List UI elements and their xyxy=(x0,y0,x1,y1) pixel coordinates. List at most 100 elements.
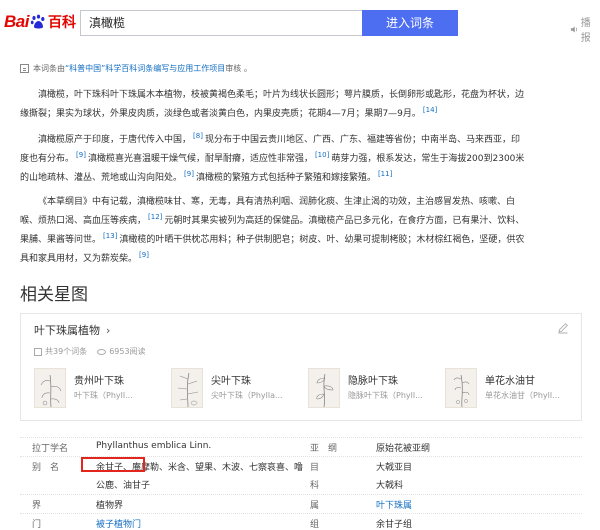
document-icon xyxy=(20,64,29,73)
info-key: 科 xyxy=(310,481,320,491)
info-key: 组 xyxy=(310,520,320,530)
plant-name: 隐脉叶下珠 xyxy=(348,376,398,387)
info-key: 目 xyxy=(310,463,320,473)
reference-link[interactable]: [13] xyxy=(103,232,117,240)
notice-prefix: 本词条由 xyxy=(33,64,65,73)
related-plant-item[interactable]: 隐脉叶下珠 隐脉叶下珠（Phyll... xyxy=(308,368,444,412)
para-text: 滇橄榄的繁殖方式包括种子繁殖和嫁接繁殖。 xyxy=(195,173,376,183)
enter-entry-button[interactable]: 进入词条 xyxy=(362,10,458,36)
header: Bai 百科 滇橄榄 进入词条 播报 xyxy=(0,0,600,44)
plant-illustration-thumbnail xyxy=(445,368,477,408)
info-value: 植物界 xyxy=(96,501,124,511)
para-line: 《本草纲目》中有记载，滇橄榄味甘、寒，无毒，具有清热利咽、润肺化痰、生津止渴的功… xyxy=(20,193,586,212)
info-key: 界 xyxy=(32,501,42,511)
search-input[interactable]: 滇橄榄 xyxy=(80,10,362,36)
info-value: 余甘子组 xyxy=(376,520,413,530)
para-text: 缘撕裂；果实为球状，外果皮肉质，淡绿色或者淡黄白色，内果皮壳质；花期4—7月；果… xyxy=(20,109,421,119)
notice-suffix: 审核 。 xyxy=(225,64,252,73)
info-value: 大戟科 xyxy=(376,481,404,491)
reference-link[interactable]: [9] xyxy=(139,251,149,259)
info-key: 别 名 xyxy=(32,463,60,473)
logo-bai-text: Bai xyxy=(4,12,29,31)
entry-count: 共39个词条 xyxy=(45,347,88,356)
info-key: 门 xyxy=(32,520,42,530)
plant-name: 单花水油甘 xyxy=(485,376,535,387)
para-line: 缘撕裂；果实为球状，外果皮肉质，淡绿色或者淡黄白色，内果皮壳质；花期4—7月；果… xyxy=(20,105,586,124)
reference-link[interactable]: [10] xyxy=(315,151,329,159)
info-key: 属 xyxy=(310,501,320,511)
table-row: 门 被子植物门 组 余甘子组 xyxy=(20,513,582,530)
para-text: 现分布于中国云贵川地区、广西、广东、福建等省份；中南半岛、马来西亚，印 xyxy=(204,135,520,145)
para-line: 滇橄榄原产于印度，于唐代传入中国， [8] 现分布于中国云贵川地区、广西、广东、福建… xyxy=(20,131,586,150)
para-line: 喉、烦热口渴、高血压等疾病， [12] 元朝时其果实被列为高廷的保健品。滇橄榄产品已… xyxy=(20,212,586,231)
related-plant-item[interactable]: 单花水油甘 单花水油甘（Phyll... xyxy=(445,368,581,412)
para-line: 滇橄榄，叶下珠科叶下珠属木本植物，枝被黄褐色柔毛；叶片为线状长圆形；萼片膜质，长… xyxy=(20,86,586,105)
view-count: 6953阅读 xyxy=(109,347,146,356)
table-row: 界 植物界 属 叶下珠属 xyxy=(20,494,582,513)
para-line: 度也有分布。 [9] 滇橄榄喜光喜温暖干燥气候，耐旱耐瘠，适应性非常强， [10] 萌芽… xyxy=(20,150,586,169)
speaker-icon xyxy=(570,25,578,33)
para-text: 喉、烦热口渴、高血压等疾病， xyxy=(20,216,147,226)
card-title-text: 叶下珠属植物 xyxy=(34,324,100,337)
edit-pencil-icon[interactable] xyxy=(557,322,569,334)
plant-illustration-thumbnail xyxy=(34,368,66,408)
table-row: 公鹿、油甘子 科 大戟科 xyxy=(20,475,582,494)
info-value: 公鹿、油甘子 xyxy=(96,481,151,491)
paw-icon xyxy=(30,14,46,30)
intro-paragraph-1: 滇橄榄，叶下珠科叶下珠属木本植物，枝被黄褐色柔毛；叶片为线状长圆形；萼片膜质，长… xyxy=(20,86,586,124)
entries-icon xyxy=(34,347,42,356)
card-title-link[interactable]: 叶下珠属植物 › xyxy=(34,322,110,338)
phylum-link[interactable]: 被子植物门 xyxy=(96,517,141,530)
reference-link[interactable]: [9] xyxy=(76,151,86,159)
related-plant-item[interactable]: 贵州叶下珠 叶下珠（Phyll... xyxy=(34,368,170,412)
intro-paragraph-3: 《本草纲目》中有记载，滇橄榄味甘、寒，无毒，具有清热利咽、润肺化痰、生津止渴的功… xyxy=(20,193,586,269)
para-line: 具和家具用材，又为薪炭柴。 [9] xyxy=(20,250,586,269)
info-key: 拉丁学名 xyxy=(32,444,69,454)
reference-link[interactable]: [11] xyxy=(378,170,392,178)
para-text: 具和家具用材，又为薪炭柴。 xyxy=(20,254,138,264)
info-value: Phyllanthus emblica Linn. xyxy=(96,441,212,451)
para-line: 果脯、果酱等问世。 [13] 滇橄榄的叶晒干供枕芯用料；种子供制肥皂；树皮、叶、幼果… xyxy=(20,231,586,250)
para-text: 果脯、果酱等问世。 xyxy=(20,235,102,245)
related-plant-item[interactable]: 尖叶下珠 尖叶下珠（Phylla... xyxy=(171,368,307,412)
para-text: 滇橄榄原产于印度，于唐代传入中国， xyxy=(38,135,192,145)
logo-baike-text: 百科 xyxy=(47,15,76,31)
para-text: 度也有分布。 xyxy=(20,154,75,164)
plant-subtitle: 尖叶下珠（Phylla... xyxy=(211,391,283,400)
plant-subtitle: 单花水油甘（Phyll... xyxy=(485,391,560,400)
genus-link[interactable]: 叶下珠属 xyxy=(376,498,412,511)
plant-subtitle: 叶下珠（Phyll... xyxy=(74,391,133,400)
para-line: 的山地疏林、灌丛、荒地或山沟向阳处。 [9] 滇橄榄的繁殖方式包括种子繁殖和嫁接繁殖… xyxy=(20,169,586,188)
intro-paragraph-2: 滇橄榄原产于印度，于唐代传入中国， [8] 现分布于中国云贵川地区、广西、广东、福建… xyxy=(20,131,586,188)
plant-subtitle: 隐脉叶下珠（Phyll... xyxy=(348,391,423,400)
para-text: 元朝时其果实被列为高廷的保健品。滇橄榄产品已多元化，在食疗方面，已有果汁、饮料、 xyxy=(164,216,525,226)
review-notice: 本词条由 “科普中国”科学百科词条编写与应用工作项目 审核 。 xyxy=(20,63,252,74)
info-value: 原始花被亚纲 xyxy=(376,444,431,454)
related-section-title: 相关星图 xyxy=(20,285,88,305)
listen-label: 播报 xyxy=(580,18,591,44)
highlight-box xyxy=(81,457,145,472)
related-star-card: 叶下珠属植物 › 共39个词条 6953阅读 贵州叶下珠 叶下珠（Phyll... xyxy=(20,313,582,421)
para-text: 《本草纲目》中有记载，滇橄榄味甘、寒，无毒，具有清热利咽、润肺化痰、生津止渴的功… xyxy=(38,197,516,207)
plant-illustration-thumbnail xyxy=(308,368,340,408)
para-text: 的山地疏林、灌丛、荒地或山沟向阳处。 xyxy=(20,173,183,183)
info-key: 亚 纲 xyxy=(310,444,338,454)
notice-org-link[interactable]: “科普中国”科学百科词条编写与应用工作项目 xyxy=(65,63,225,74)
plant-illustration-thumbnail xyxy=(171,368,203,408)
para-text: 滇橄榄的叶晒干供枕芯用料；种子供制肥皂；树皮、叶、幼果可提制栲胶；木材棕红褐色，… xyxy=(119,235,525,245)
table-row: 别 名 余甘子、庵摩勒、米含、望果、木波、七察哀喜、噜 目 大戟亚目 xyxy=(20,456,582,475)
para-text: 滇橄榄，叶下珠科叶下珠属木本植物，枝被黄褐色柔毛；叶片为线状长圆形；萼片膜质，长… xyxy=(38,90,525,100)
listen-button[interactable]: 播报 xyxy=(570,14,600,44)
chevron-right-icon: › xyxy=(106,324,111,337)
reference-link[interactable]: [12] xyxy=(148,213,162,221)
para-text: 萌芽力强，根系发达，常生于海拔200到2300米 xyxy=(331,154,525,164)
reference-link[interactable]: [8] xyxy=(193,132,203,140)
card-meta: 共39个词条 6953阅读 xyxy=(34,346,146,357)
baidu-baike-logo[interactable]: Bai 百科 xyxy=(4,11,76,33)
plant-name: 贵州叶下珠 xyxy=(74,376,124,387)
eye-icon xyxy=(97,348,107,355)
table-row: 拉丁学名 Phyllanthus emblica Linn. 亚 纲 原始花被亚… xyxy=(20,437,582,456)
para-text: 滇橄榄喜光喜温暖干燥气候，耐旱耐瘠，适应性非常强， xyxy=(87,154,313,164)
reference-link[interactable]: [14] xyxy=(423,106,437,114)
reference-link[interactable]: [9] xyxy=(184,170,194,178)
